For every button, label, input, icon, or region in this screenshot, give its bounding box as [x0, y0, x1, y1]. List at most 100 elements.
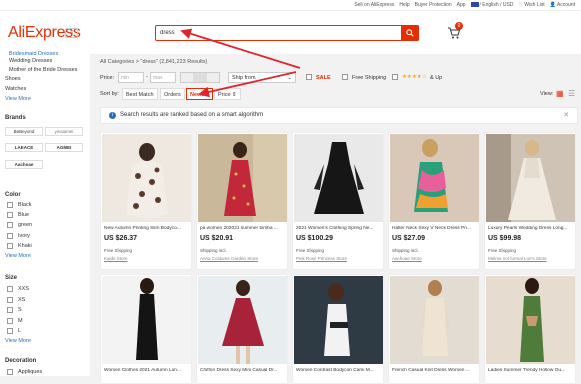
product-title[interactable]: pa women 202021 summer bimba ... — [200, 226, 286, 231]
size-option-label: XXS — [18, 286, 30, 292]
product-title[interactable]: New Autumn Printing Slim Bodyco... — [104, 226, 190, 231]
brand-logo[interactable]: LAEACE — [5, 143, 43, 152]
price-min-input[interactable]: min — [118, 72, 144, 83]
store-link[interactable]: Aachoae Store — [392, 256, 422, 261]
color-checkbox[interactable] — [7, 243, 13, 249]
size-checkbox[interactable] — [7, 318, 13, 324]
category-link[interactable]: Shoes — [5, 76, 21, 82]
ship-from-dropdown[interactable]: Ship from ⌄ — [228, 72, 296, 83]
product-card[interactable]: 2021 Women's Clothing Spring Ne... US $1… — [292, 132, 384, 270]
grid-view-icon[interactable]: ▦ — [556, 89, 564, 98]
sort-newest[interactable]: Newest — [186, 88, 214, 100]
sort-orders[interactable]: Orders — [160, 88, 185, 100]
buyer-protection-link[interactable]: Buyer Protection — [415, 2, 452, 8]
product-card[interactable]: Chiffon Dress Sexy Mini Casual Dr... — [196, 274, 288, 384]
view-more-link[interactable]: View More — [5, 96, 31, 102]
product-card[interactable]: Women Contrast Bodycon Cami M... — [292, 274, 384, 384]
size-checkbox[interactable] — [7, 307, 13, 313]
header: AliExpress ≡ 0 — [0, 11, 581, 54]
size-checkbox[interactable] — [7, 286, 13, 292]
product-image[interactable] — [390, 134, 479, 222]
category-link[interactable]: Bridesmaid Dresses — [9, 51, 58, 57]
product-title[interactable]: Luxury Pearls Wedding Dress Long... — [488, 226, 574, 231]
store-link[interactable]: Kaide Store — [104, 256, 128, 261]
sort-by-label: Sort by: — [100, 91, 119, 97]
store-link[interactable]: Melma not formal Lon's Store — [488, 256, 547, 261]
sort-best-match[interactable]: Best Match — [122, 88, 158, 100]
product-image[interactable] — [390, 276, 479, 364]
color-checkbox[interactable] — [7, 233, 13, 239]
brand-logo[interactable]: BeBeyond — [5, 127, 43, 136]
cart-button[interactable]: 0 — [447, 22, 463, 40]
product-image[interactable] — [198, 276, 287, 364]
price-range-buttons[interactable] — [180, 72, 220, 83]
filter-sidebar: Bridesmaid Dresses Wedding Dresses Mothe… — [0, 51, 90, 376]
product-image[interactable] — [486, 276, 575, 364]
info-icon: i — [109, 112, 116, 119]
product-title[interactable]: French Casual Knit Dress Women ... — [392, 368, 478, 373]
shipping-info: Free Shipping — [104, 248, 133, 253]
product-title[interactable]: Halter Neck Sexy V Neck Dress Pri... — [392, 226, 478, 231]
account-link[interactable]: 👤 Account — [550, 2, 575, 8]
search-bar — [155, 25, 419, 41]
results-area: All Categories > "dress" (2,841,223 Resu… — [96, 54, 581, 384]
product-price: US $20.91 — [200, 235, 234, 242]
product-image[interactable] — [294, 134, 383, 222]
size-checkbox[interactable] — [7, 297, 13, 303]
language-currency[interactable]: / English / USD — [470, 2, 513, 8]
color-checkbox[interactable] — [7, 222, 13, 228]
store-link[interactable]: Anna Costume Garden Store — [200, 256, 258, 261]
store-link[interactable]: Pink Rose Princess Store — [296, 256, 347, 261]
brand-logo[interactable]: Aachoae — [5, 160, 43, 169]
category-link[interactable]: Watches — [5, 86, 26, 92]
product-card[interactable]: Halter Neck Sexy V Neck Dress Pri... US … — [388, 132, 480, 270]
product-title[interactable]: Ladies Summer Trendy Hollow Ou... — [488, 368, 574, 373]
decoration-option-label: Appliques — [18, 369, 43, 375]
sort-price[interactable]: Price ⇕ — [214, 88, 241, 100]
sale-label: SALE — [316, 75, 331, 81]
free-shipping-checkbox[interactable] — [342, 74, 348, 80]
product-title[interactable]: 2021 Women's Clothing Spring Ne... — [296, 226, 382, 231]
close-icon[interactable]: ✕ — [563, 111, 569, 119]
category-menu-button[interactable]: ≡ — [65, 28, 78, 38]
price-max-input[interactable]: max — [150, 72, 176, 83]
category-link[interactable]: Wedding Dresses — [9, 58, 52, 64]
brand-logo[interactable]: AGMEI — [45, 143, 83, 152]
size-checkbox[interactable] — [7, 328, 13, 334]
product-price: US $99.98 — [488, 235, 522, 242]
view-more-link[interactable]: View More — [5, 253, 31, 259]
color-checkbox[interactable] — [7, 202, 13, 208]
app-link[interactable]: App — [457, 2, 466, 8]
product-card[interactable]: French Casual Knit Dress Women ... — [388, 274, 480, 384]
decoration-checkbox[interactable] — [7, 369, 13, 375]
brand-logo[interactable]: yinsaimei — [45, 127, 83, 136]
product-image[interactable] — [294, 276, 383, 364]
product-image[interactable] — [486, 134, 575, 222]
product-card[interactable]: Ladies Summer Trendy Hollow Ou... — [484, 274, 576, 384]
sale-checkbox[interactable] — [306, 74, 312, 80]
rating-checkbox[interactable] — [392, 74, 398, 80]
search-input[interactable] — [160, 28, 400, 38]
view-more-link[interactable]: View More — [5, 338, 31, 344]
category-link[interactable]: Mother of the Bride Dresses — [9, 67, 77, 73]
product-image[interactable] — [102, 134, 191, 222]
wishlist-link[interactable]: ♡ Wish List — [518, 2, 544, 8]
product-card[interactable]: Luxury Pearls Wedding Dress Long... US $… — [484, 132, 576, 270]
product-card[interactable]: pa women 202021 summer bimba ... US $20.… — [196, 132, 288, 270]
list-view-icon[interactable]: ☰ — [568, 89, 575, 98]
color-option-label: Ivory — [18, 233, 30, 239]
size-heading: Size — [5, 275, 18, 281]
product-image[interactable] — [198, 134, 287, 222]
product-image[interactable] — [102, 276, 191, 364]
decoration-heading: Decoration — [5, 358, 37, 364]
brands-heading: Brands — [5, 115, 26, 121]
product-title[interactable]: Women Contrast Bodycon Cami M... — [296, 368, 382, 373]
sell-link[interactable]: Sell on AliExpress — [354, 2, 394, 8]
help-link[interactable]: Help — [399, 2, 409, 8]
color-checkbox[interactable] — [7, 212, 13, 218]
product-title[interactable]: Chiffon Dress Sexy Mini Casual Dr... — [200, 368, 286, 373]
product-card[interactable]: Women Clothes 2021 Autumn Lon... — [100, 274, 192, 384]
search-button[interactable] — [401, 25, 419, 41]
product-card[interactable]: New Autumn Printing Slim Bodyco... US $2… — [100, 132, 192, 270]
product-title[interactable]: Women Clothes 2021 Autumn Lon... — [104, 368, 190, 373]
